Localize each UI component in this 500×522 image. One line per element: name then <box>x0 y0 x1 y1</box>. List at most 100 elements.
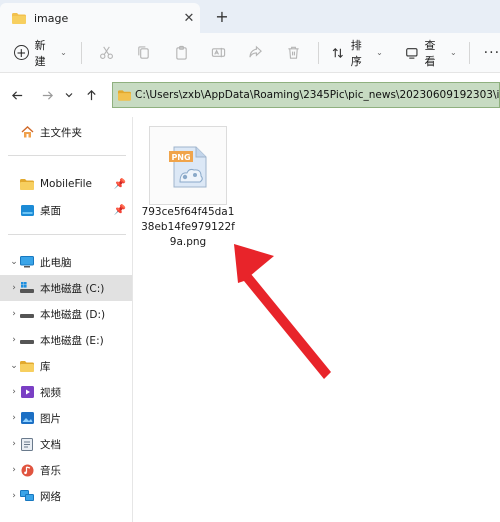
cut-button[interactable] <box>88 39 125 67</box>
sidebar-item-music[interactable]: › 音乐 <box>0 457 132 483</box>
divider <box>468 41 470 64</box>
sidebar-item-label: 主文件夹 <box>40 126 82 139</box>
chevron-down-icon: ⌄ <box>376 48 383 57</box>
library-folder-icon <box>20 360 34 372</box>
chevron-down-icon: ⌄ <box>449 48 457 57</box>
plus-icon: + <box>14 45 29 60</box>
sidebar-item-documents[interactable]: › 文档 <box>0 431 132 457</box>
address-path: C:\Users\zxb\AppData\Roaming\2345Pic\pic… <box>135 89 499 101</box>
sidebar-item-label: 网络 <box>40 490 61 503</box>
address-bar[interactable]: C:\Users\zxb\AppData\Roaming\2345Pic\pic… <box>112 82 500 108</box>
share-button[interactable] <box>237 39 274 67</box>
pin-icon[interactable]: 📌 <box>114 179 126 190</box>
command-bar: + 新建 ⌄ 排序 ⌄ 查看 ⌄ ··· <box>0 33 500 73</box>
chevron-right-icon[interactable]: › <box>8 309 20 319</box>
chevron-right-icon[interactable]: › <box>8 491 20 501</box>
video-icon <box>20 386 34 398</box>
sidebar-item-drive-d[interactable]: › 本地磁盘 (D:) <box>0 301 132 327</box>
address-row: C:\Users\zxb\AppData\Roaming\2345Pic\pic… <box>0 73 500 117</box>
network-icon <box>20 490 34 502</box>
view-label: 查看 <box>424 38 436 68</box>
file-list: PNG 793ce5f64f45da138eb14fe979122f9a.png <box>133 117 500 522</box>
pin-icon[interactable]: 📌 <box>114 205 126 216</box>
home-icon <box>20 126 34 138</box>
clipboard-icon <box>175 45 187 60</box>
sidebar-item-drive-c[interactable]: › 本地磁盘 (C:) <box>0 275 132 301</box>
sidebar-item-label: 音乐 <box>40 464 61 477</box>
sort-icon <box>332 47 343 58</box>
view-button[interactable]: 查看 ⌄ <box>399 38 463 68</box>
new-label: 新建 <box>34 38 46 68</box>
divider <box>8 234 126 235</box>
sidebar-item-label: 本地磁盘 (C:) <box>40 282 105 295</box>
divider <box>8 155 126 156</box>
chevron-right-icon[interactable]: › <box>8 335 20 345</box>
arrow-left-icon <box>11 90 22 100</box>
chevron-down-icon: ⌄ <box>60 48 67 57</box>
png-file-icon: PNG <box>169 146 207 188</box>
share-icon <box>249 45 263 58</box>
tab-strip: image ✕ + <box>0 0 500 33</box>
music-icon <box>20 464 34 476</box>
chevron-right-icon[interactable]: › <box>8 283 20 293</box>
copy-button[interactable] <box>125 39 162 67</box>
rename-button[interactable] <box>200 39 237 67</box>
navigation-pane: 主文件夹 MobileFile 📌 桌面 📌 ⌄ 此电脑 › 本地磁盘 (C:)… <box>0 117 132 522</box>
sort-label: 排序 <box>350 38 362 68</box>
sidebar-item-this-pc[interactable]: ⌄ 此电脑 <box>0 249 132 275</box>
sidebar-item-label: 视频 <box>40 386 61 399</box>
desktop-icon <box>20 204 34 216</box>
sidebar-item-drive-e[interactable]: › 本地磁盘 (E:) <box>0 327 132 353</box>
tab-image[interactable]: image ✕ <box>0 3 200 33</box>
sort-button[interactable]: 排序 ⌄ <box>325 38 389 68</box>
sidebar-item-videos[interactable]: › 视频 <box>0 379 132 405</box>
tab-title: image <box>34 11 69 25</box>
file-name-label: 793ce5f64f45da138eb14fe979122f9a.png <box>141 206 235 248</box>
computer-icon <box>20 256 34 268</box>
arrow-up-icon <box>86 89 96 100</box>
chevron-down-icon <box>65 93 73 98</box>
arrow-right-icon <box>42 90 53 100</box>
folder-icon <box>12 12 26 24</box>
sidebar-item-desktop[interactable]: 桌面 📌 <box>0 197 132 223</box>
back-button[interactable] <box>4 82 30 108</box>
sidebar-item-label: 此电脑 <box>40 256 72 269</box>
copy-icon <box>138 46 150 59</box>
chevron-right-icon[interactable]: › <box>8 387 20 397</box>
sidebar-item-home[interactable]: 主文件夹 <box>0 119 132 145</box>
sidebar-item-network[interactable]: › 网络 <box>0 483 132 509</box>
folder-icon <box>20 178 34 190</box>
sidebar-item-label: 本地磁盘 (E:) <box>40 334 104 347</box>
chevron-right-icon[interactable]: › <box>8 413 20 423</box>
more-options-icon[interactable]: ··· <box>484 45 500 61</box>
recent-locations-button[interactable] <box>60 82 78 108</box>
sidebar-item-label: 文档 <box>40 438 61 451</box>
sidebar-item-label: MobileFile <box>40 178 93 190</box>
file-type-badge: PNG <box>171 153 190 162</box>
document-icon <box>20 437 34 451</box>
rename-icon <box>211 47 226 58</box>
up-button[interactable] <box>78 82 104 108</box>
chevron-right-icon[interactable]: › <box>8 465 20 475</box>
drive-icon <box>20 308 34 320</box>
new-tab-button[interactable]: + <box>211 6 233 28</box>
sidebar-item-mobilefile[interactable]: MobileFile 📌 <box>0 171 132 197</box>
drive-icon <box>20 334 34 346</box>
paste-button[interactable] <box>163 39 200 67</box>
sidebar-item-label: 库 <box>40 360 51 373</box>
new-button[interactable]: + 新建 ⌄ <box>14 38 67 68</box>
close-tab-icon[interactable]: ✕ <box>178 11 200 26</box>
file-item-png[interactable]: PNG <box>149 126 227 205</box>
sidebar-item-label: 本地磁盘 (D:) <box>40 308 106 321</box>
scissors-icon <box>100 46 113 59</box>
divider <box>80 41 82 64</box>
forward-button[interactable] <box>34 82 60 108</box>
pictures-icon <box>20 412 34 424</box>
chevron-right-icon[interactable]: › <box>8 439 20 449</box>
sidebar-item-library[interactable]: ⌄ 库 <box>0 353 132 379</box>
sidebar-item-pictures[interactable]: › 图片 <box>0 405 132 431</box>
delete-button[interactable] <box>275 39 312 67</box>
chevron-down-icon[interactable]: ⌄ <box>8 257 20 267</box>
sidebar-item-label: 图片 <box>40 412 61 425</box>
chevron-down-icon[interactable]: ⌄ <box>8 361 20 371</box>
